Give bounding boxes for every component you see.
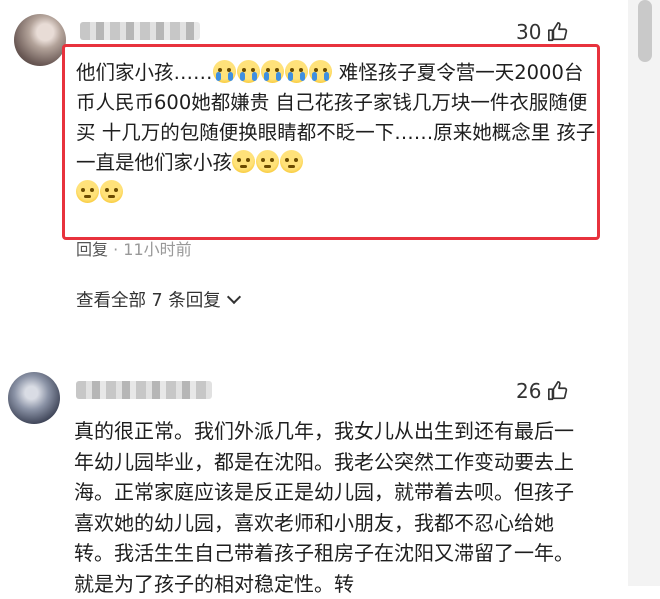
- crying-face-icon: [260, 60, 284, 83]
- pleading-face-icon: [280, 150, 304, 173]
- like-count: 26: [516, 379, 542, 403]
- view-replies-label: 查看全部 7 条回复: [76, 291, 221, 311]
- comment-text: 真的很正常。我们外派几年，我女儿从出生到还有最后一年幼儿园毕业，都是在沈阳。我老…: [74, 419, 574, 596]
- username-blurred[interactable]: [76, 381, 212, 399]
- avatar[interactable]: [8, 372, 60, 424]
- timestamp: 11小时前: [123, 240, 192, 259]
- reply-button[interactable]: 回复: [76, 240, 108, 259]
- scrollbar[interactable]: [628, 0, 660, 586]
- comment-text-start: 他们家小孩……: [76, 61, 213, 84]
- like-counter[interactable]: 26: [516, 379, 569, 403]
- pleading-face-icon: [256, 150, 280, 173]
- crying-face-icon: [308, 60, 332, 83]
- scrollbar-thumb[interactable]: [638, 0, 652, 62]
- username-blurred[interactable]: [80, 22, 200, 40]
- dot-separator: ·: [113, 240, 124, 259]
- thumbs-up-icon[interactable]: [547, 21, 569, 43]
- crying-face-icon: [284, 60, 308, 83]
- view-replies-link[interactable]: 查看全部 7 条回复: [76, 287, 241, 312]
- pleading-face-icon: [100, 180, 123, 203]
- crying-face-icon: [236, 60, 260, 83]
- comment-meta: 回复 · 11小时前: [76, 236, 192, 260]
- like-count: 30: [516, 20, 542, 44]
- pleading-face-icon: [76, 180, 99, 203]
- crying-face-icon: [212, 60, 236, 83]
- like-counter[interactable]: 30: [516, 20, 569, 44]
- thumbs-up-icon[interactable]: [547, 380, 569, 402]
- avatar[interactable]: [14, 14, 66, 66]
- comment-text: 他们家小孩…… 难怪孩子夏令营一天2000台币人民币600她都嫌贵 自己花孩子家…: [76, 58, 596, 208]
- pleading-face-icon: [232, 150, 256, 173]
- chevron-down-icon: [226, 289, 241, 304]
